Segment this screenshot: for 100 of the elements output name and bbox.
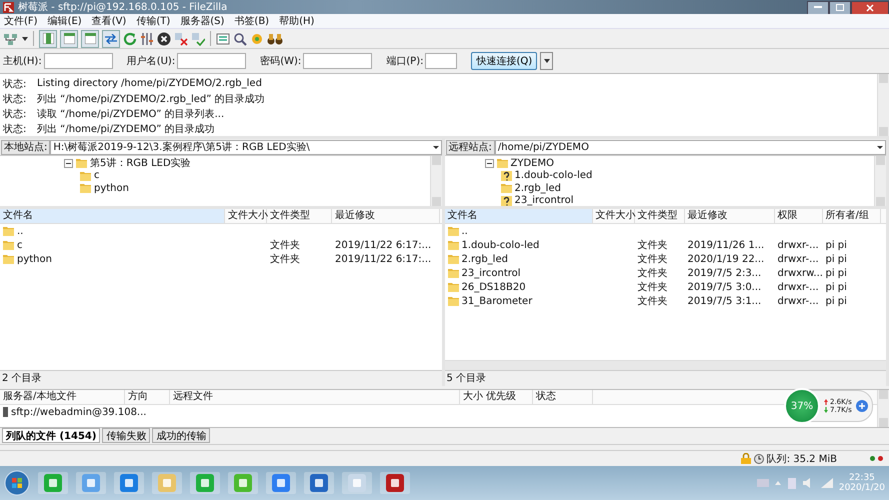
column-header[interactable]: 远程文件: [170, 390, 460, 404]
quickconnect-button[interactable]: 快速连接(Q): [471, 52, 538, 70]
taskbar-app-icon[interactable]: [266, 472, 296, 494]
path-field[interactable]: H:\树莓派2019-9-12\3.案例程序\第5讲：RGB LED实验\: [50, 140, 442, 154]
tree-item[interactable]: 1.doub-colo-led: [514, 170, 592, 182]
menu-item[interactable]: 书签(B): [234, 14, 270, 28]
reconnect-icon[interactable]: [191, 32, 205, 46]
column-header[interactable]: 最近修改: [332, 209, 440, 223]
input-field[interactable]: [303, 53, 372, 69]
queue-icon[interactable]: [216, 32, 230, 46]
table-cell[interactable]: sftp://webadmin@39.108...: [11, 406, 146, 418]
scrollbar[interactable]: [874, 156, 886, 206]
minimize-button[interactable]: [807, 0, 829, 14]
panel-toggle-button[interactable]: [81, 30, 99, 48]
tree-item[interactable]: 23_ircontrol: [514, 195, 574, 206]
column-header[interactable]: 文件名: [0, 209, 225, 223]
table-cell-text: 文件夹: [638, 294, 668, 308]
tree-item[interactable]: python: [94, 182, 129, 194]
scrollbar[interactable]: [430, 156, 442, 206]
dropdown-button[interactable]: [540, 52, 554, 70]
tab[interactable]: 传输失败: [102, 428, 150, 443]
tree-item[interactable]: 第5讲：RGB LED实验: [90, 156, 191, 170]
tree-item[interactable]: c: [94, 170, 100, 182]
table-cell[interactable]: 23_ircontrol: [462, 268, 521, 278]
transfer-toggle-button[interactable]: [102, 30, 120, 48]
table-cell[interactable]: python: [17, 254, 52, 264]
column-header[interactable]: 文件大小: [592, 209, 634, 223]
caret-icon[interactable]: [22, 36, 28, 40]
site-label: 本地站点:: [1, 140, 50, 154]
folder-icon: [3, 240, 14, 250]
disconnect-icon[interactable]: [174, 32, 188, 46]
table-cell[interactable]: 26_DS18B20: [462, 282, 526, 292]
taskbar-app-icon[interactable]: [38, 472, 68, 494]
tree-item[interactable]: ZYDEMO: [510, 158, 554, 169]
table-cell[interactable]: ..: [17, 226, 24, 236]
tray-expand-icon[interactable]: [774, 481, 781, 485]
column-header[interactable]: 文件类型: [267, 209, 332, 223]
maximize-button[interactable]: [829, 0, 851, 14]
collapse-icon[interactable]: [484, 158, 494, 168]
column-header[interactable]: 方向: [125, 390, 170, 404]
taskbar-app-icon[interactable]: [76, 472, 106, 494]
table-cell[interactable]: 2.rgb_led: [462, 254, 508, 264]
binoculars-icon[interactable]: [267, 32, 283, 46]
scrollbar[interactable]: [877, 390, 889, 427]
column-header[interactable]: 服务器/本地文件: [0, 390, 125, 404]
taskbar-app-icon[interactable]: [380, 472, 410, 494]
input-field[interactable]: [425, 53, 458, 69]
site-manager-icon[interactable]: [3, 32, 19, 46]
close-button[interactable]: [851, 0, 889, 14]
folder-icon: [448, 254, 458, 264]
tree-item[interactable]: 2.rgb_led: [514, 182, 561, 194]
maximize-icon: [836, 4, 844, 11]
path-field[interactable]: /home/pi/ZYDEMO: [494, 140, 886, 154]
panel-toggle-button[interactable]: [39, 30, 57, 48]
table-cell[interactable]: 1.doub-colo-led: [462, 240, 540, 250]
table-cell[interactable]: ..: [462, 226, 468, 236]
cancel-icon[interactable]: [157, 32, 171, 46]
column-header[interactable]: 大小: [460, 390, 483, 404]
start-button[interactable]: [4, 470, 30, 496]
table-cell-text: 文件夹: [270, 252, 300, 266]
column-header[interactable]: 状态: [533, 390, 593, 404]
filter-icon[interactable]: [140, 32, 154, 46]
column-header[interactable]: 最近修改: [684, 209, 774, 223]
table-cell: 2019/7/5 3:0...: [688, 282, 762, 292]
column-header[interactable]: 所有者/组: [822, 209, 880, 223]
table-cell[interactable]: c: [17, 240, 22, 250]
taskbar-app-icon[interactable]: [304, 472, 334, 494]
scrollbar[interactable]: [877, 74, 889, 136]
menu-item[interactable]: 服务器(S): [180, 14, 224, 28]
plus-icon[interactable]: [856, 400, 868, 412]
column-header[interactable]: 文件名: [444, 209, 592, 223]
taskbar-app-icon[interactable]: [228, 472, 258, 494]
menu-item[interactable]: 传输(T): [136, 14, 170, 28]
input-field[interactable]: [44, 53, 113, 69]
taskbar-app-icon[interactable]: [190, 472, 220, 494]
tab[interactable]: 列队的文件 (1454): [2, 428, 100, 443]
column-header[interactable]: 优先级: [483, 390, 533, 404]
activity-light-icon: [870, 456, 875, 461]
folder-icon: [3, 226, 14, 236]
search-icon[interactable]: [233, 32, 247, 46]
field-label: 主机(H):: [3, 54, 42, 68]
menu-item[interactable]: 查看(V): [92, 14, 126, 28]
menu-item[interactable]: 文件(F): [4, 14, 38, 28]
signal-icon[interactable]: [820, 478, 833, 488]
collapse-icon[interactable]: [64, 158, 73, 168]
taskbar-app-icon[interactable]: [114, 472, 144, 494]
column-header[interactable]: 文件大小: [225, 209, 267, 223]
table-cell[interactable]: 31_Barometer: [462, 296, 532, 306]
input-field[interactable]: [177, 53, 246, 69]
menu-item[interactable]: 编辑(E): [48, 14, 82, 28]
tab[interactable]: 成功的传输: [152, 428, 210, 443]
scrollbar[interactable]: [444, 360, 886, 370]
menu-item[interactable]: 帮助(H): [279, 14, 314, 28]
column-header[interactable]: 文件类型: [634, 209, 684, 223]
log-message: Listing directory /home/pi/ZYDEMO/2.rgb_led: [37, 78, 262, 89]
status-text: 2 个目录: [0, 370, 442, 386]
column-header[interactable]: 权限: [774, 209, 822, 223]
unknown-folder-icon: [500, 170, 512, 181]
panel-toggle-button[interactable]: [60, 30, 78, 48]
refresh-icon[interactable]: [123, 32, 137, 46]
